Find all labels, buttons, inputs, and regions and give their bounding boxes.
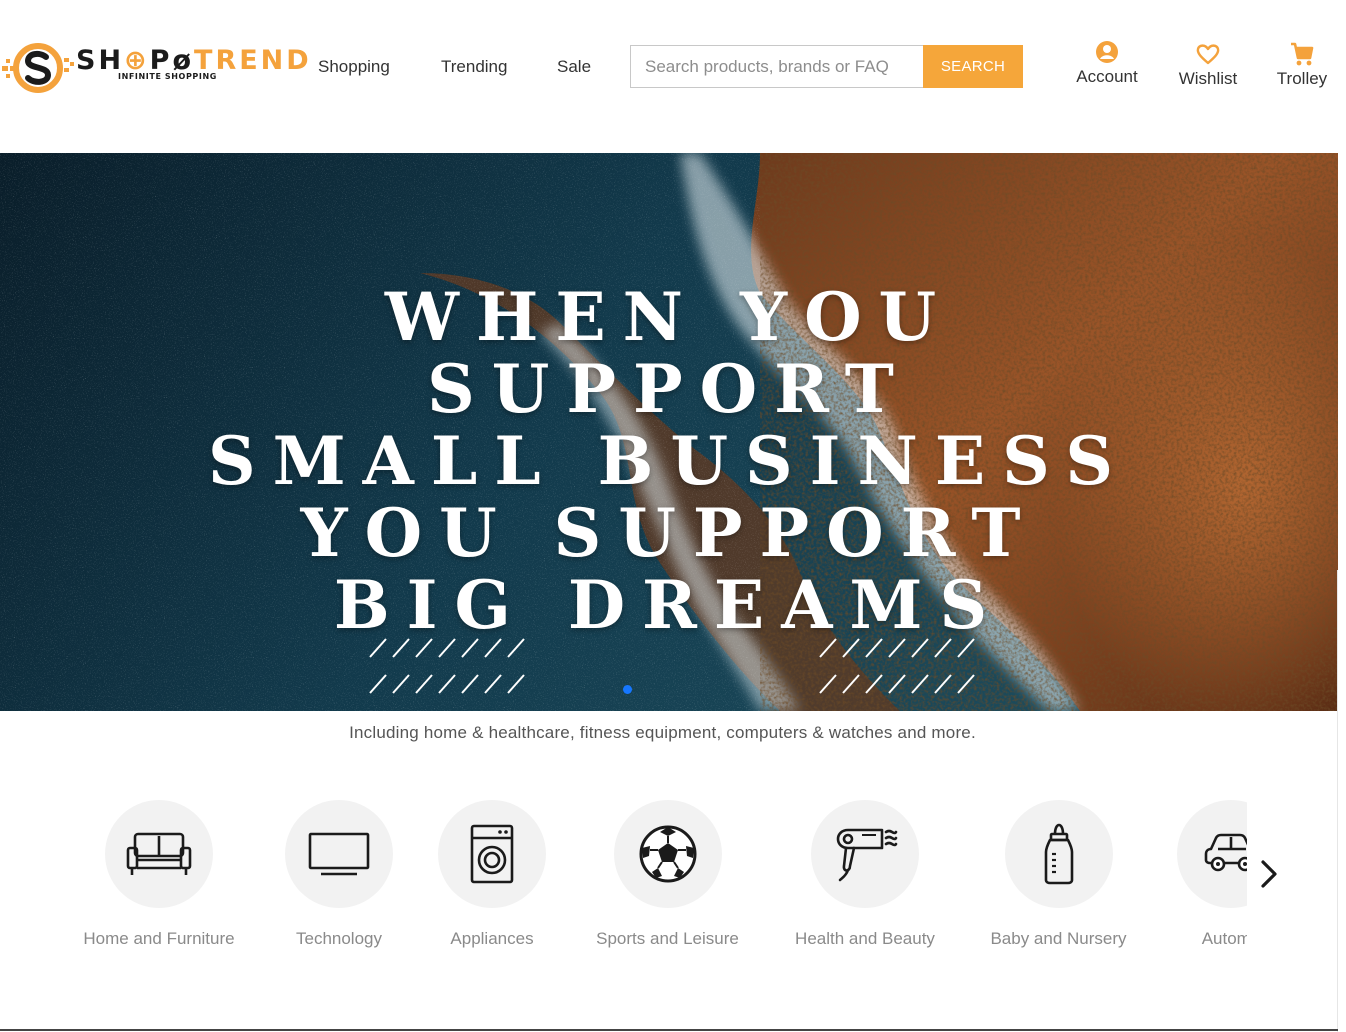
washing-machine-icon	[470, 824, 514, 884]
category-carousel: Home and Furniture Technology Appliances…	[0, 800, 1247, 970]
soccer-ball-icon	[639, 825, 696, 883]
category-icon-circle	[105, 800, 213, 908]
category-appliances[interactable]: Appliances	[438, 800, 546, 949]
carousel-dot-active[interactable]	[623, 685, 632, 694]
page-edge-divider	[1337, 570, 1338, 1032]
logo-mark-icon	[2, 43, 74, 93]
hatch-decoration-right	[819, 638, 975, 694]
hero-background-image	[0, 153, 1338, 711]
heart-icon	[1196, 44, 1220, 65]
category-label: Baby and Nursery	[990, 929, 1127, 948]
cart-icon	[1291, 42, 1314, 66]
brand-tagline: INFINITE SHOPPING	[118, 72, 217, 81]
category-label: Health and Beauty	[795, 929, 935, 948]
category-icon-circle	[438, 800, 546, 908]
category-technology[interactable]: Technology	[285, 800, 393, 949]
category-label: Home and Furniture	[83, 929, 235, 948]
site-header: SH⊕PøTREND INFINITE SHOPPING Shopping Tr…	[0, 0, 1346, 153]
bottom-divider	[0, 1029, 1338, 1031]
category-home-and-furniture[interactable]: Home and Furniture	[78, 800, 240, 949]
category-label: Technology	[295, 929, 382, 948]
wishlist-label: Wishlist	[1178, 69, 1238, 88]
category-baby-and-nursery[interactable]: Baby and Nursery	[985, 800, 1132, 949]
search-bar: SEARCH	[630, 45, 1023, 88]
car-icon	[1204, 833, 1247, 872]
category-icon-circle	[285, 800, 393, 908]
category-icon-circle	[613, 800, 722, 908]
wishlist-link[interactable]: Wishlist	[1172, 40, 1244, 89]
search-button[interactable]: SEARCH	[923, 45, 1023, 88]
nav-sale[interactable]: Sale	[557, 56, 591, 78]
monitor-icon	[308, 832, 370, 876]
nav-trending[interactable]: Trending	[441, 56, 507, 78]
trolley-link[interactable]: Trolley	[1270, 40, 1334, 89]
hero-banner[interactable]: WHEN YOU SUPPORT SMALL BUSINESS YOU SUPP…	[0, 153, 1338, 711]
category-icon-circle	[811, 800, 919, 908]
hair-dryer-icon	[836, 828, 898, 882]
category-label: Sports and Leisure	[596, 929, 739, 948]
search-input[interactable]	[630, 45, 924, 88]
account-link[interactable]: Account	[1068, 38, 1146, 87]
category-sports-and-leisure[interactable]: Sports and Leisure	[590, 800, 745, 949]
nav-shopping[interactable]: Shopping	[318, 56, 390, 78]
brand-logo[interactable]: SH⊕PøTREND INFINITE SHOPPING	[0, 38, 309, 98]
trolley-label: Trolley	[1276, 69, 1328, 88]
account-label: Account	[1076, 67, 1138, 86]
category-label: Automo	[1201, 929, 1247, 948]
baby-bottle-icon	[1044, 823, 1073, 885]
category-label: Appliances	[450, 929, 534, 948]
category-health-and-beauty[interactable]: Health and Beauty	[789, 800, 941, 949]
chevron-right-icon[interactable]	[1255, 858, 1285, 890]
category-icon-circle	[1177, 800, 1247, 908]
category-icon-circle	[1004, 800, 1113, 908]
sofa-icon	[126, 832, 192, 875]
category-automotive[interactable]: Automo	[1177, 800, 1247, 949]
hatch-decoration-left	[369, 638, 525, 694]
hero-subtext: Including home & healthcare, fitness equ…	[349, 723, 976, 742]
user-circle-icon	[1096, 41, 1118, 63]
logo-text-sh: SH	[76, 45, 125, 76]
